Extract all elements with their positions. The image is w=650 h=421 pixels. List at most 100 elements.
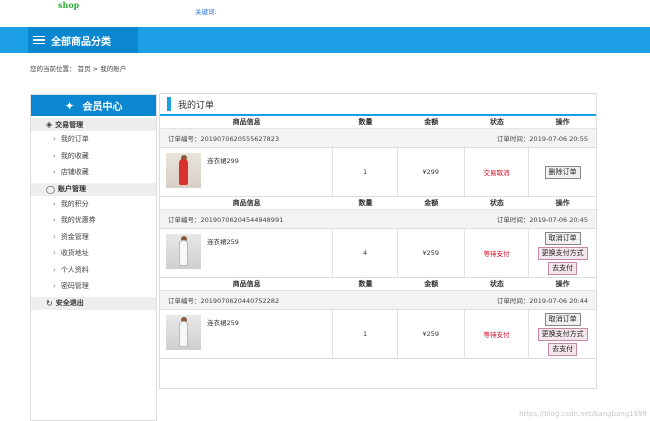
chevron-right-icon: › (53, 135, 56, 144)
sidebar-item-shop-favorites[interactable]: › 店铺收藏 (31, 164, 156, 181)
col-status: 状态 (489, 280, 504, 288)
order-time: 订单时间：2019-07-06 20:55 (496, 135, 588, 143)
change-payment-button[interactable]: 更换支付方式 (537, 327, 588, 341)
sidebar-item-my-favorites[interactable]: › 我的收藏 (31, 148, 156, 165)
title-accent-bar (167, 97, 171, 111)
product-image[interactable] (166, 315, 201, 350)
shield-icon: ◯ (46, 184, 55, 194)
orders-panel: 我的订单 商品信息 数量 金额 状态 操作 订单编号：2019070620555… (159, 93, 597, 389)
table-header: 商品信息 数量 金额 状态 操作 (160, 116, 596, 129)
sidebar-logout[interactable]: ↻ 安全退出 (31, 296, 156, 310)
sidebar-item-label: 密码管理 (60, 282, 89, 291)
col-product: 商品信息 (232, 118, 261, 126)
sidebar-item-label: 收货地址 (60, 249, 89, 258)
qty-cell: 4 (333, 229, 398, 277)
col-qty: 数量 (358, 280, 373, 288)
order-time: 订单时间：2019-07-06 20:45 (496, 216, 588, 224)
status-badge: 交易取消 (465, 148, 530, 196)
actions-cell: 取消订单 更换支付方式 去支付 (529, 310, 596, 358)
all-categories-button[interactable]: 全部商品分类 (28, 27, 138, 53)
pay-button[interactable]: 去支付 (548, 261, 578, 275)
sidebar-item-points[interactable]: › 我的积分 (31, 196, 156, 213)
chevron-right-icon: › (53, 282, 56, 291)
sidebar-item-coupons[interactable]: › 我的优惠券 (31, 212, 156, 229)
keyword-label: 关键词: (195, 8, 217, 16)
sidebar-item-label: 店铺收藏 (60, 168, 89, 177)
sidebar-item-my-orders[interactable]: › 我的订单 (31, 131, 156, 148)
order-number: 订单编号：2019070620440752282 (168, 297, 280, 305)
breadcrumb-current: 我的账户 (100, 65, 127, 73)
actions-cell: 取消订单 更换支付方式 去支付 (529, 229, 596, 277)
col-actions: 操作 (555, 199, 570, 207)
all-categories-label: 全部商品分类 (51, 36, 111, 48)
chevron-right-icon: › (53, 249, 56, 258)
table-header: 商品信息 数量 金额 状态 操作 (160, 278, 596, 291)
delete-order-button[interactable]: 删除订单 (544, 165, 581, 179)
cancel-order-button[interactable]: 取消订单 (544, 312, 581, 326)
chevron-right-icon: › (53, 199, 56, 208)
col-qty: 数量 (358, 199, 373, 207)
sidebar-item-label: 资金管理 (60, 232, 89, 241)
menu-icon (33, 34, 45, 47)
order-time: 订单时间：2019-07-06 20:44 (496, 297, 588, 305)
order-row: 连衣裙259 1 ¥259 等待支付 取消订单 更换支付方式 去支付 (160, 310, 596, 359)
change-payment-button[interactable]: 更换支付方式 (537, 246, 588, 260)
order-number: 订单编号：20190706204544948991 (168, 216, 284, 224)
product-name[interactable]: 连衣裙259 (207, 317, 239, 327)
product-name[interactable]: 连衣裙259 (207, 236, 239, 246)
col-amount: 金额 (424, 280, 439, 288)
status-badge: 等待支付 (465, 229, 530, 277)
sidebar-item-label: 我的订单 (60, 135, 89, 144)
figure-dress (179, 321, 188, 347)
product-name[interactable]: 连衣裙299 (207, 155, 239, 165)
breadcrumb-home[interactable]: 首页 (78, 65, 91, 73)
tag-icon: ◈ (46, 120, 53, 129)
product-cell: 连衣裙259 (160, 229, 334, 277)
sidebar-item-address[interactable]: › 收货地址 (31, 245, 156, 262)
sidebar-item-label: 我的积分 (60, 199, 89, 208)
panel-header: 我的订单 (160, 94, 596, 116)
breadcrumb: 您的当前位置： 首页 > 我的账户 (30, 63, 126, 73)
sidebar-item-funds[interactable]: › 资金管理 (31, 229, 156, 246)
chevron-right-icon: › (53, 232, 56, 241)
chevron-right-icon: › (53, 265, 56, 274)
sidebar-item-profile[interactable]: › 个人资料 (31, 262, 156, 279)
chevron-right-icon: › (53, 151, 56, 160)
breadcrumb-separator: > (92, 65, 99, 73)
sidebar-logout-label: 安全退出 (55, 299, 84, 307)
product-image[interactable] (166, 153, 201, 188)
cancel-order-button[interactable]: 取消订单 (544, 231, 581, 245)
order-row: 连衣裙259 4 ¥259 等待支付 取消订单 更换支付方式 去支付 (160, 229, 596, 278)
sidebar-group-label: 账户管理 (57, 185, 86, 193)
actions-cell: 删除订单 (529, 148, 596, 196)
watermark: https://blog.csdn.net/bangbang1999 (519, 410, 647, 418)
sidebar-item-password[interactable]: › 密码管理 (31, 278, 156, 295)
category-bar: 全部商品分类 (0, 27, 650, 53)
sidebar-item-label: 我的优惠券 (60, 216, 96, 225)
col-actions: 操作 (555, 280, 570, 288)
status-badge: 等待支付 (465, 310, 530, 358)
figure-dress (179, 159, 188, 185)
col-amount: 金额 (424, 199, 439, 207)
col-product: 商品信息 (232, 280, 261, 288)
order-row: 连衣裙299 1 ¥299 交易取消 删除订单 (160, 148, 596, 197)
pay-button[interactable]: 去支付 (548, 342, 578, 356)
product-image[interactable] (166, 234, 201, 269)
table-header: 商品信息 数量 金额 状态 操作 (160, 197, 596, 210)
page-title: 我的订单 (178, 100, 215, 111)
figure-dress (179, 240, 188, 266)
member-sidebar: ✦ 会员中心 ◈ 交易管理 › 我的订单 › 我的收藏 › 店铺收藏 ◯ 账户管理 ›… (30, 94, 157, 421)
sidebar-group-account: ◯ 账户管理 (31, 182, 156, 196)
sidebar-header: ✦ 会员中心 (31, 95, 156, 116)
col-product: 商品信息 (232, 199, 261, 207)
amount-cell: ¥259 (398, 310, 465, 358)
order-meta-row: 订单编号：2019070620440752282 订单时间：2019-07-06… (160, 291, 596, 310)
members-icon: ✦ (64, 98, 75, 113)
col-status: 状态 (489, 118, 504, 126)
col-amount: 金额 (424, 118, 439, 126)
col-qty: 数量 (358, 118, 373, 126)
site-logo[interactable]: shop (58, 0, 79, 10)
order-meta-row: 订单编号：2019070620555627823 订单时间：2019-07-06… (160, 129, 596, 148)
sidebar-group-trade: ◈ 交易管理 (31, 118, 156, 131)
sidebar-title: 会员中心 (82, 102, 123, 113)
